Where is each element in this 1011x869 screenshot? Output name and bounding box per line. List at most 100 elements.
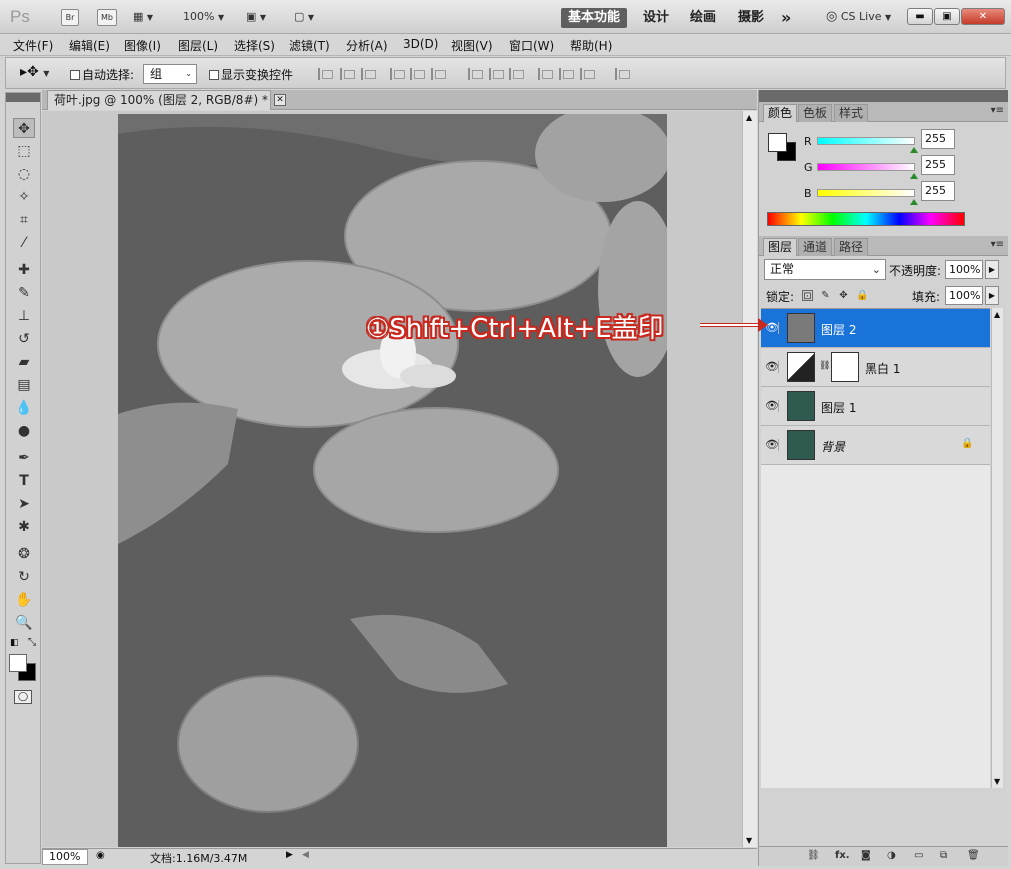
panel-menu-icon[interactable]: ▾≡ bbox=[991, 239, 1004, 250]
channel-r-slider[interactable] bbox=[817, 137, 918, 153]
align-right-icon[interactable] bbox=[431, 68, 446, 80]
align-top-icon[interactable] bbox=[318, 68, 333, 80]
document-tab[interactable]: 荷叶.jpg @ 100% (图层 2, RGB/8#) * ✕ bbox=[47, 90, 286, 110]
menu-select[interactable]: 选择(S) bbox=[234, 37, 275, 54]
history-brush-tool-icon[interactable]: ↺ bbox=[13, 329, 35, 349]
clone-stamp-tool-icon[interactable]: ⊥ bbox=[13, 306, 35, 326]
slider-thumb-icon[interactable] bbox=[910, 173, 918, 179]
lock-image-icon[interactable]: ✎ bbox=[820, 290, 831, 301]
move-tool-preset-icon[interactable]: ▸✥ ▼ bbox=[20, 64, 49, 80]
menu-view[interactable]: 视图(V) bbox=[451, 37, 493, 54]
link-layers-icon[interactable]: ⛓ bbox=[807, 850, 820, 861]
default-colors-icon[interactable]: ◧ bbox=[10, 638, 19, 648]
shape-tool-icon[interactable]: ✱ bbox=[13, 517, 35, 537]
layers-scrollbar[interactable]: ▲ ▼ bbox=[991, 308, 1003, 788]
panel-grip[interactable] bbox=[759, 90, 1008, 102]
distribute-vcenter-icon[interactable] bbox=[489, 68, 504, 80]
quick-select-tool-icon[interactable]: ✧ bbox=[13, 187, 35, 207]
menu-edit[interactable]: 编辑(E) bbox=[69, 37, 110, 54]
pen-tool-icon[interactable]: ✒ bbox=[13, 448, 35, 468]
dodge-tool-icon[interactable]: ● bbox=[13, 421, 35, 441]
new-group-icon[interactable]: ▭ bbox=[914, 850, 923, 861]
hand-tool-icon[interactable]: ✋ bbox=[13, 590, 35, 610]
brush-tool-icon[interactable]: ✎ bbox=[13, 283, 35, 303]
layer-row-layer-2[interactable]: 👁 图层 2 bbox=[761, 309, 990, 348]
layer-row-layer-1[interactable]: 👁 图层 1 bbox=[761, 387, 990, 426]
scroll-up-icon[interactable]: ▲ bbox=[994, 310, 1000, 319]
slider-thumb-icon[interactable] bbox=[910, 199, 918, 205]
scroll-down-icon[interactable]: ▼ bbox=[994, 777, 1000, 786]
auto-select-checkbox[interactable]: 自动选择: bbox=[70, 66, 134, 83]
lasso-tool-icon[interactable]: ◌ bbox=[13, 164, 35, 184]
mini-bridge-button[interactable]: Mb bbox=[97, 9, 117, 26]
arrange-documents-dropdown[interactable]: ▣ ▼ bbox=[246, 10, 266, 23]
layer-style-icon[interactable]: fx. bbox=[835, 850, 850, 861]
blend-mode-select[interactable]: 正常 ⌄ bbox=[764, 259, 886, 280]
lock-position-icon[interactable]: ✥ bbox=[838, 290, 849, 301]
slider-thumb-icon[interactable] bbox=[910, 147, 918, 153]
align-hcenter-icon[interactable] bbox=[410, 68, 425, 80]
menu-3d[interactable]: 3D(D) bbox=[403, 37, 438, 51]
blur-tool-icon[interactable]: 💧 bbox=[13, 398, 35, 418]
layer-row-background[interactable]: 👁 背景 🔒 bbox=[761, 426, 990, 465]
add-mask-icon[interactable]: ◙ bbox=[861, 850, 871, 861]
screen-mode-dropdown[interactable]: ▢ ▼ bbox=[294, 10, 314, 23]
menu-help[interactable]: 帮助(H) bbox=[570, 37, 612, 54]
workspace-essentials[interactable]: 基本功能 bbox=[561, 8, 627, 28]
menu-analysis[interactable]: 分析(A) bbox=[346, 37, 388, 54]
distribute-top-icon[interactable] bbox=[468, 68, 483, 80]
workspace-photography[interactable]: 摄影 bbox=[738, 8, 764, 28]
status-menu-arrow-icon[interactable]: ▶ bbox=[286, 850, 293, 860]
3d-rotate-tool-icon[interactable]: ❂ bbox=[13, 544, 35, 564]
menu-file[interactable]: 文件(F) bbox=[13, 37, 53, 54]
cs-live-dropdown[interactable]: ◎ CS Live ▼ bbox=[826, 9, 891, 24]
fill-field[interactable]: 100% bbox=[945, 286, 983, 305]
menu-image[interactable]: 图像(I) bbox=[124, 37, 161, 54]
new-layer-icon[interactable]: ⧉ bbox=[940, 850, 947, 861]
tab-styles[interactable]: 样式 bbox=[834, 104, 869, 122]
distribute-hcenter-icon[interactable] bbox=[559, 68, 574, 80]
opacity-arrow-icon[interactable]: ▶ bbox=[985, 260, 999, 279]
tools-panel-grip[interactable] bbox=[6, 93, 40, 102]
view-extras-dropdown[interactable]: ▦ ▼ bbox=[133, 10, 153, 23]
show-transform-checkbox[interactable]: 显示变换控件 bbox=[209, 66, 293, 83]
delete-layer-icon[interactable]: 🗑 bbox=[967, 850, 980, 861]
3d-orbit-tool-icon[interactable]: ↻ bbox=[13, 567, 35, 587]
visibility-eye-icon[interactable]: 👁 bbox=[765, 439, 779, 451]
eyedropper-tool-icon[interactable]: ⁄ bbox=[13, 233, 35, 253]
new-adjustment-layer-icon[interactable]: ◑ bbox=[887, 850, 896, 861]
distribute-left-icon[interactable] bbox=[538, 68, 553, 80]
document-vertical-scrollbar[interactable]: ▲ ▼ bbox=[742, 111, 757, 847]
zoom-level-dropdown[interactable]: 100% ▼ bbox=[183, 10, 224, 23]
more-workspaces-button[interactable]: » bbox=[781, 8, 791, 28]
scroll-up-icon[interactable]: ▲ bbox=[746, 113, 752, 122]
panel-menu-icon[interactable]: ▾≡ bbox=[991, 105, 1004, 116]
scroll-left-icon[interactable]: ◀ bbox=[302, 850, 309, 860]
zoom-tool-icon[interactable]: 🔍 bbox=[13, 613, 35, 633]
visibility-eye-icon[interactable]: 👁 bbox=[765, 400, 779, 412]
fill-arrow-icon[interactable]: ▶ bbox=[985, 286, 999, 305]
image-canvas[interactable] bbox=[118, 114, 667, 847]
tab-layers[interactable]: 图层 bbox=[763, 238, 798, 256]
bridge-button[interactable]: Br bbox=[61, 9, 79, 26]
auto-align-layers-icon[interactable] bbox=[615, 68, 630, 80]
minimize-button[interactable]: ▬ bbox=[907, 8, 933, 25]
close-icon[interactable]: ✕ bbox=[274, 94, 286, 106]
swap-colors-icon[interactable]: ⤡ bbox=[28, 637, 36, 648]
status-info-icon[interactable]: ◉ bbox=[96, 850, 105, 861]
channel-g-slider[interactable] bbox=[817, 163, 918, 179]
close-button[interactable]: ✕ bbox=[961, 8, 1005, 25]
lock-transparent-icon[interactable]: ⊡ bbox=[802, 290, 813, 302]
foreground-color-swatch[interactable] bbox=[768, 133, 787, 152]
channel-r-value[interactable]: 255 bbox=[921, 129, 955, 149]
status-zoom-field[interactable]: 100% bbox=[42, 849, 88, 865]
distribute-right-icon[interactable] bbox=[580, 68, 595, 80]
tab-paths[interactable]: 路径 bbox=[834, 238, 869, 256]
workspace-painting[interactable]: 绘画 bbox=[690, 8, 716, 28]
tab-swatches[interactable]: 色板 bbox=[798, 104, 833, 122]
menu-window[interactable]: 窗口(W) bbox=[509, 37, 554, 54]
visibility-eye-icon[interactable]: 👁 bbox=[765, 361, 779, 373]
tab-channels[interactable]: 通道 bbox=[798, 238, 833, 256]
layer-mask-thumbnail[interactable] bbox=[831, 352, 859, 382]
channel-g-value[interactable]: 255 bbox=[921, 155, 955, 175]
